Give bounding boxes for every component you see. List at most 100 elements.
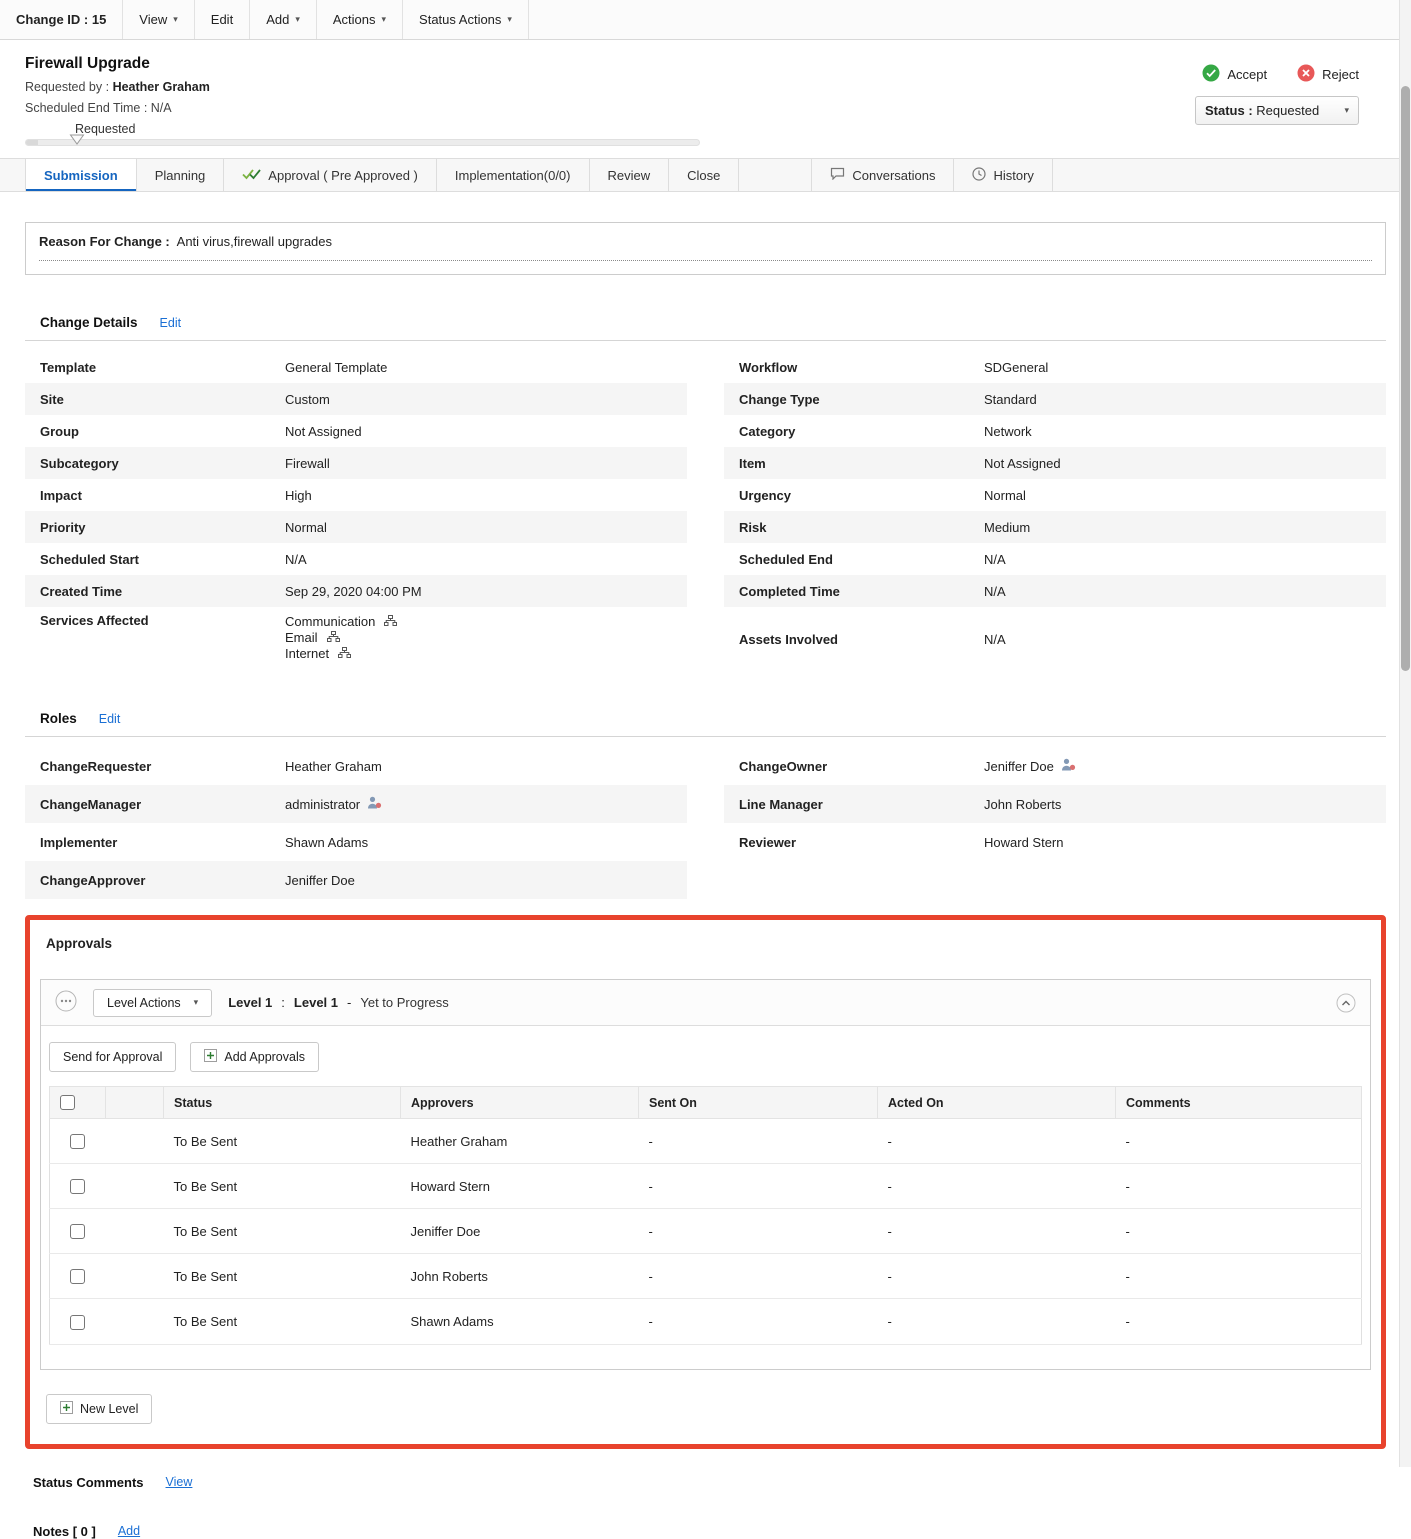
role-value-wrap: administrator [285, 796, 382, 812]
tab-planning-label: Planning [154, 167, 206, 183]
user-icon[interactable] [1061, 758, 1076, 774]
tab-approval-label: Approval ( Pre Approved ) [268, 167, 418, 183]
service-item: Internet [285, 646, 397, 661]
row-checkbox[interactable] [70, 1179, 86, 1195]
menu-edit[interactable]: Edit [195, 0, 251, 39]
tab-conversations[interactable]: Conversations [811, 159, 955, 191]
row-checkbox[interactable] [70, 1269, 86, 1285]
notes-title: Notes [ 0 ] [33, 1523, 96, 1539]
roles-grid: ChangeRequester Heather Graham ChangeMan… [25, 747, 1386, 899]
send-for-approval-label: Send for Approval [63, 1050, 163, 1064]
detail-row: Template General Template [25, 351, 687, 383]
double-check-icon [242, 168, 261, 183]
role-value: Jeniffer Doe [984, 758, 1054, 774]
field-value: N/A [285, 551, 307, 567]
row-checkbox[interactable] [70, 1134, 86, 1150]
change-details-edit-link[interactable]: Edit [160, 316, 182, 330]
row-checkbox[interactable] [70, 1314, 86, 1330]
scrollbar-thumb[interactable] [1401, 86, 1410, 671]
add-approvals-button[interactable]: Add Approvals [190, 1042, 319, 1072]
select-all-checkbox[interactable] [60, 1095, 75, 1111]
tab-approval[interactable]: Approval ( Pre Approved ) [224, 159, 437, 191]
detail-row: Urgency Normal [724, 479, 1386, 511]
field-value: Network [984, 423, 1032, 439]
notes-add-link[interactable]: Add [118, 1524, 140, 1538]
reason-for-change-box: Reason For Change : Anti virus,firewall … [25, 222, 1386, 275]
menu-actions[interactable]: Actions ▾ [317, 0, 404, 39]
menu-status-actions[interactable]: Status Actions ▾ [403, 0, 529, 39]
tab-planning[interactable]: Planning [137, 159, 225, 191]
vertical-scrollbar[interactable] [1399, 0, 1411, 1467]
approvals-table-header-row: Status Approvers Sent On Acted On Commen… [49, 1085, 1362, 1120]
field-value: N/A [984, 583, 1006, 599]
tab-close[interactable]: Close [669, 159, 740, 191]
new-level-button[interactable]: New Level [46, 1393, 153, 1424]
level-title: Level 1 : Level 1 - Yet to Progress [228, 995, 449, 1010]
row-checkbox[interactable] [70, 1224, 86, 1240]
level-actions-button[interactable]: Level Actions ▾ [93, 988, 213, 1017]
field-label: Assets Involved [739, 631, 838, 647]
service-name: Communication [285, 614, 376, 629]
detail-row: Scheduled End N/A [724, 543, 1386, 575]
role-row: Line Manager John Roberts [724, 785, 1386, 823]
service-name: Email [285, 630, 318, 645]
field-label: Workflow [739, 359, 798, 375]
field-value: N/A [984, 631, 1006, 647]
field-value: Sep 29, 2020 04:00 PM [285, 583, 422, 599]
change-details-right-column: Workflow SDGeneral Change Type Standard … [724, 351, 1386, 671]
role-row: ChangeApprover Jeniffer Doe [25, 861, 687, 899]
change-details-title: Change Details [40, 315, 138, 330]
field-label: Scheduled Start [40, 551, 139, 567]
scheduled-end-time: Scheduled End Time : N/A [25, 101, 1386, 115]
send-for-approval-button[interactable]: Send for Approval [49, 1042, 177, 1072]
sitemap-icon[interactable] [384, 614, 398, 629]
column-status: Status [163, 1085, 401, 1120]
caret-down-icon: ▾ [507, 14, 512, 24]
menu-add[interactable]: Add ▾ [250, 0, 317, 39]
top-menu-bar: Change ID : 15 View ▾ Edit Add ▾ Actions… [0, 0, 1411, 40]
role-value-wrap: Jeniffer Doe [984, 758, 1076, 774]
role-value: administrator [285, 796, 361, 812]
stage-marker-icon[interactable] [69, 133, 85, 148]
page-title: Firewall Upgrade [25, 55, 150, 72]
acted-on-value: - [877, 1253, 1116, 1300]
stage-progress-track[interactable] [25, 134, 700, 146]
tab-review[interactable]: Review [590, 159, 670, 191]
status-comments-head: Status Comments View [33, 1475, 1378, 1490]
level-actions-label: Level Actions [107, 995, 181, 1010]
requested-by: Requested by : Heather Graham [25, 80, 1386, 94]
tab-close-label: Close [687, 167, 721, 183]
role-label: ChangeManager [40, 796, 142, 812]
status-dropdown[interactable]: Status : Requested ▾ [1195, 96, 1359, 125]
tab-history[interactable]: History [954, 159, 1053, 191]
field-value: General Template [285, 359, 388, 375]
requested-by-label: Requested by : [25, 80, 110, 94]
detail-row: Completed Time N/A [724, 575, 1386, 607]
menu-view[interactable]: View ▾ [123, 0, 195, 39]
sitemap-icon[interactable] [326, 630, 340, 645]
user-icon[interactable] [367, 796, 382, 812]
sent-on-value: - [638, 1208, 878, 1255]
approver-name: Shawn Adams [400, 1298, 639, 1345]
accept-button[interactable]: Accept [1202, 64, 1267, 85]
sent-on-value: - [638, 1163, 878, 1210]
sent-on-value: - [638, 1118, 878, 1165]
role-value: John Roberts [984, 796, 1062, 812]
sitemap-icon[interactable] [338, 646, 352, 661]
level-menu-icon[interactable] [55, 990, 77, 1015]
roles-edit-link[interactable]: Edit [99, 712, 121, 726]
tab-implementation[interactable]: Implementation(0/0) [437, 159, 590, 191]
reject-button[interactable]: Reject [1297, 64, 1359, 85]
row-spacer [105, 1298, 164, 1345]
field-value: Normal [984, 487, 1026, 503]
roles-head: Roles Edit [25, 711, 1386, 726]
status-comments-view-link[interactable]: View [166, 1475, 193, 1489]
tab-submission[interactable]: Submission [25, 159, 137, 191]
field-value: Not Assigned [984, 455, 1061, 471]
field-label: Category [739, 423, 796, 439]
field-label: Risk [739, 519, 767, 535]
collapse-level-icon[interactable] [1336, 993, 1356, 1013]
row-spacer [105, 1208, 164, 1255]
caret-down-icon: ▾ [1344, 105, 1349, 115]
change-details-head: Change Details Edit [25, 315, 1386, 330]
